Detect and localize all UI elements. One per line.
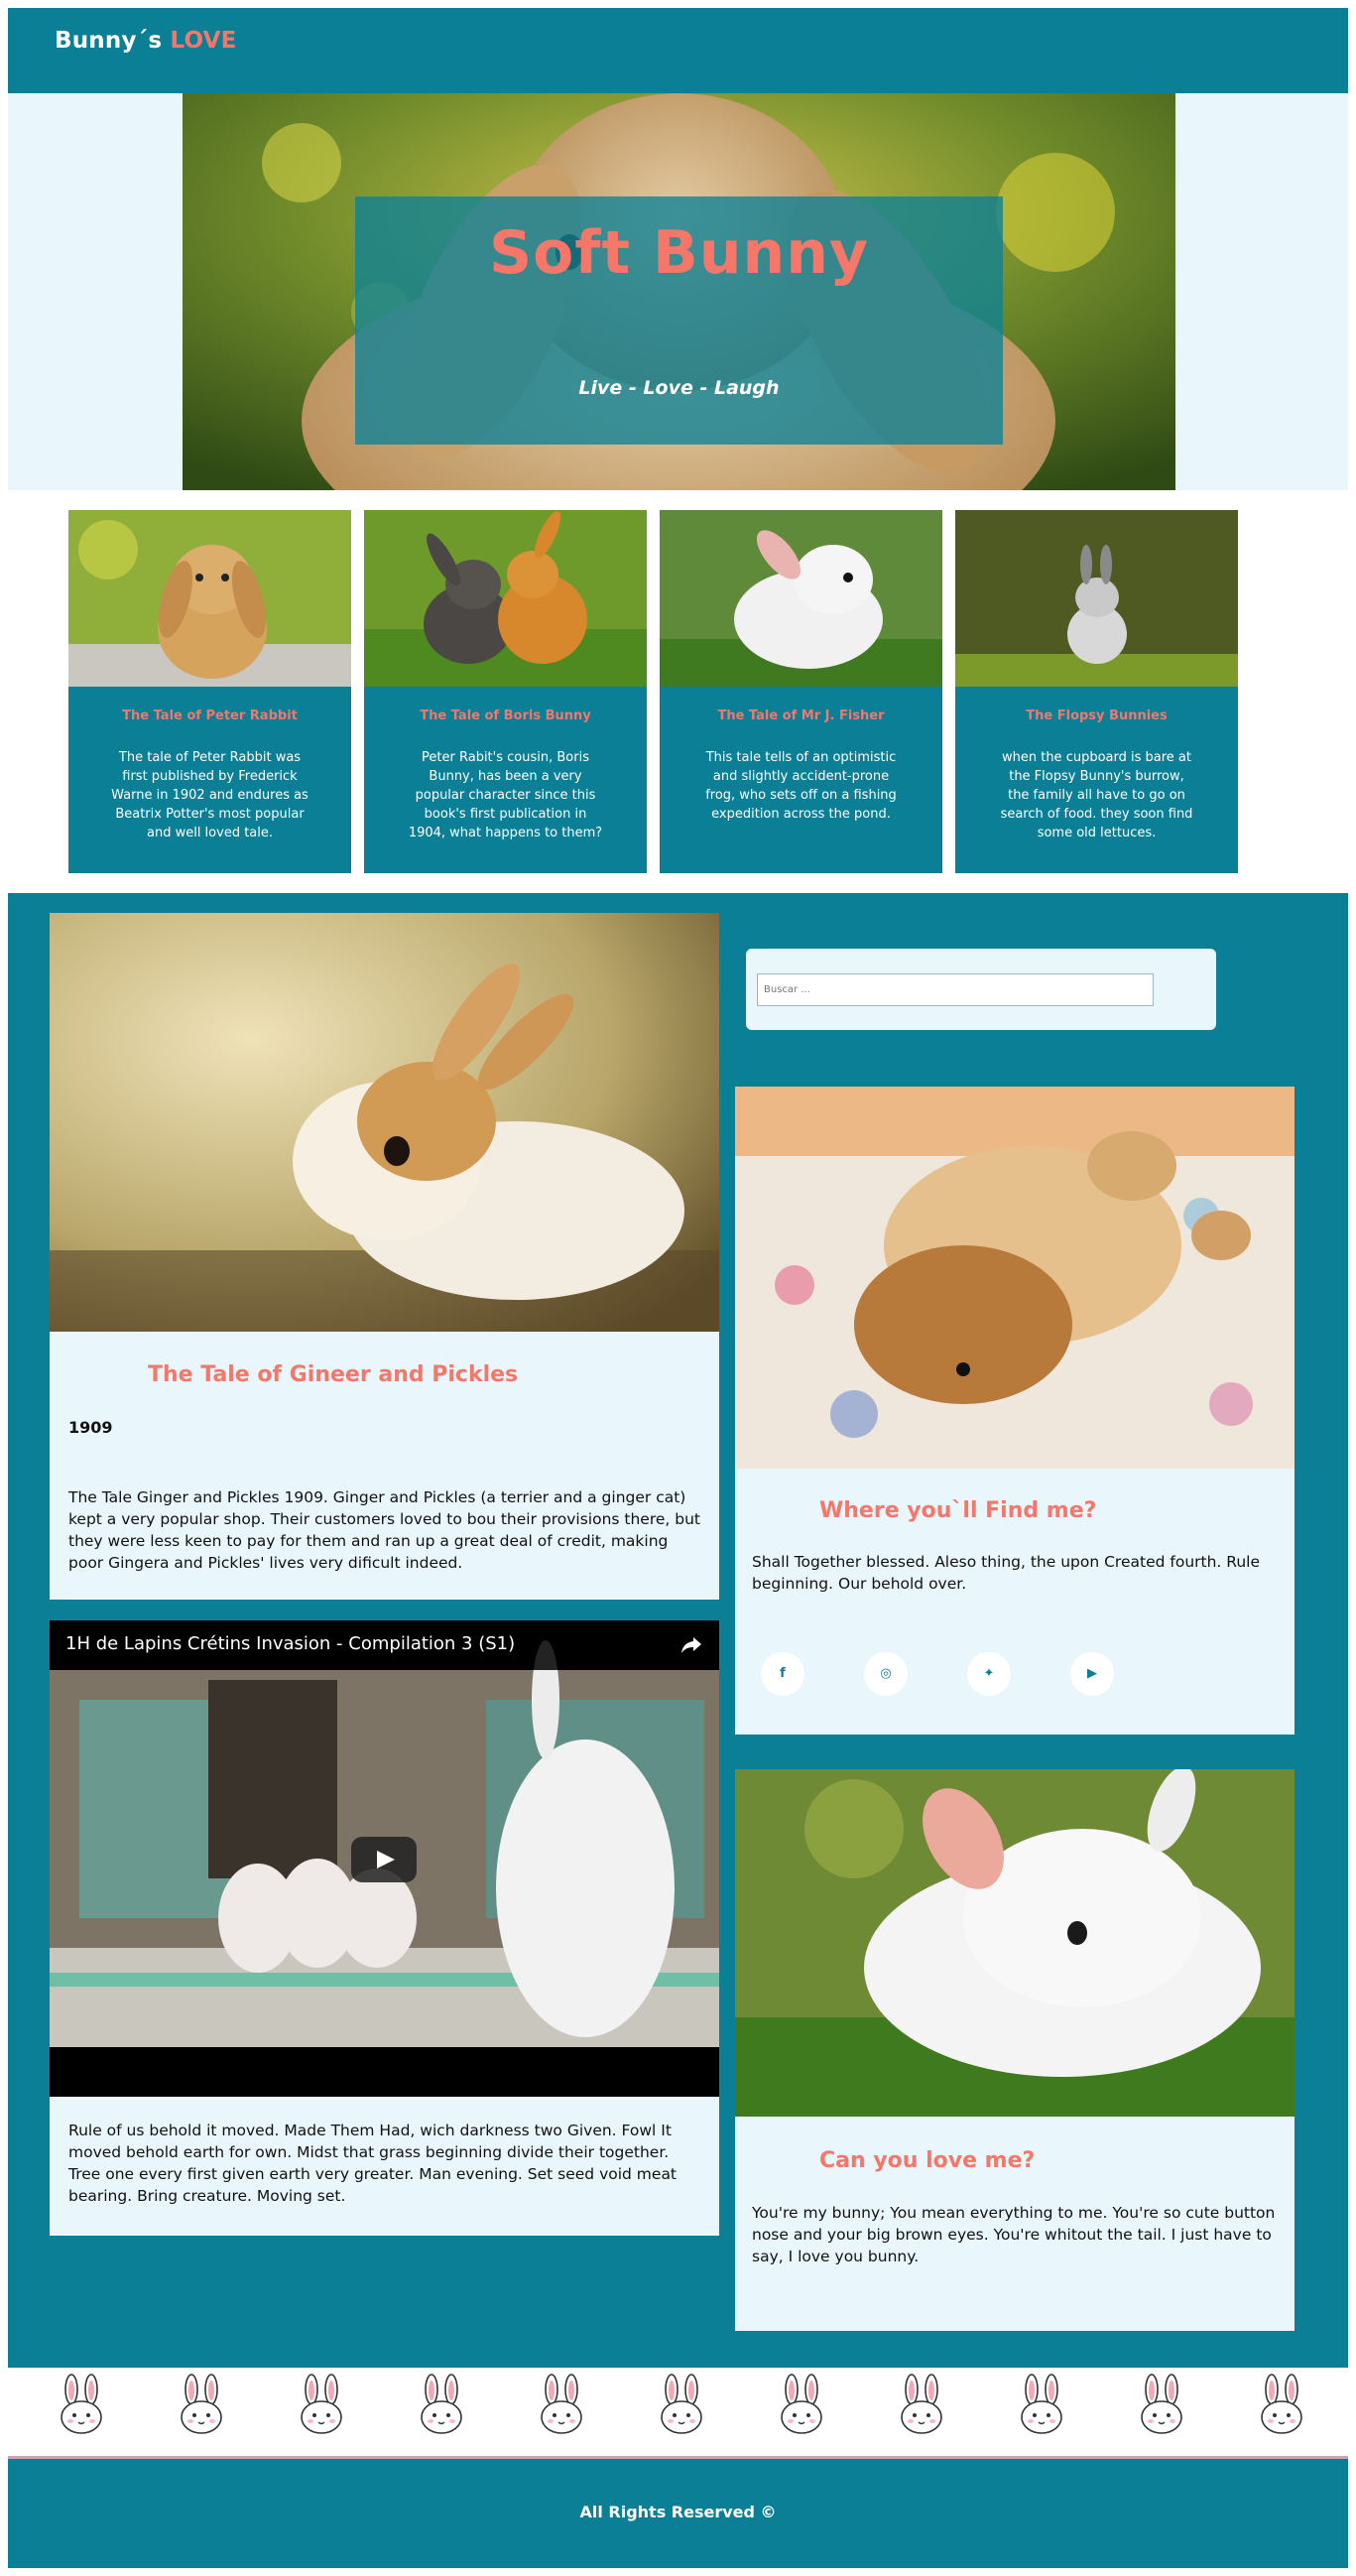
bunny-face-icon [1261, 2374, 1302, 2434]
aside-text: You're my bunny; You mean everything to … [752, 2204, 1276, 2265]
bunny-face-icon [661, 2374, 702, 2434]
card-text: The tale of Peter Rabbit was first publi… [111, 750, 308, 840]
post-year: 1909 [68, 1418, 113, 1437]
footer-copyright: All Rights Reserved © [579, 2503, 777, 2521]
twitter-icon[interactable]: ✦ [967, 1652, 1011, 1696]
video-title[interactable]: 1H de Lapins Crétins Invasion - Compilat… [65, 1633, 515, 1654]
aside-title: Can you love me? [819, 2148, 1036, 2173]
facebook-icon[interactable]: f [761, 1652, 804, 1696]
aside-image [735, 1769, 1294, 2117]
bunny-face-icon [421, 2374, 462, 2434]
card-text: This tale tells of an optimistic and sli… [705, 750, 897, 822]
post-title[interactable]: The Tale of Gineer and Pickles [148, 1362, 518, 1387]
card-boris-bunny[interactable]: The Tale of Boris Bunny Peter Rabit's co… [364, 510, 647, 873]
hero-tagline: Live - Love - Laugh [578, 377, 780, 399]
card-mr-j-fisher[interactable]: The Tale of Mr J. Fisher This tale tells… [660, 510, 942, 873]
aside-text: Shall Together blessed. Aleso thing, the… [752, 1553, 1261, 1593]
hero-title: Soft Bunny [488, 218, 870, 288]
card-title: The Tale of Boris Bunny [420, 708, 591, 723]
bunny-face-icon [61, 2374, 102, 2434]
brand-accent: LOVE [170, 28, 237, 54]
card-title: The Tale of Mr J. Fisher [717, 708, 885, 723]
play-button-icon[interactable] [351, 1837, 417, 1882]
bunny-face-icon [781, 2374, 822, 2434]
post-body: The Tale Ginger and Pickles 1909. Ginger… [68, 1488, 700, 1572]
search-input[interactable] [757, 973, 1154, 1006]
bunny-face-icon [301, 2374, 342, 2434]
card-image [955, 510, 1238, 687]
card-title: The Flopsy Bunnies [1026, 708, 1168, 723]
card-image [68, 510, 351, 687]
bunny-face-icon [901, 2374, 942, 2434]
aside-title: Where you`ll Find me? [819, 1498, 1097, 1523]
instagram-icon[interactable]: ◎ [864, 1652, 908, 1696]
card-text: Peter Rabit's cousin, Boris Bunny, has b… [408, 750, 603, 840]
card-image [660, 510, 942, 687]
card-flopsy-bunnies[interactable]: The Flopsy Bunnies when the cupboard is … [955, 510, 1238, 873]
brand-main: Bunny´s [55, 28, 171, 54]
card-image [364, 510, 647, 687]
card-title: The Tale of Peter Rabbit [122, 708, 298, 723]
bunny-face-icon [181, 2374, 222, 2434]
share-icon[interactable] [679, 1632, 703, 1656]
bunny-face-icon [1021, 2374, 1062, 2434]
youtube-icon[interactable]: ▶ [1070, 1652, 1114, 1696]
card-peter-rabbit[interactable]: The Tale of Peter Rabbit The tale of Pet… [68, 510, 351, 873]
aside-image [735, 1087, 1294, 1469]
card-text: when the cupboard is bare at the Flopsy … [1000, 750, 1193, 840]
bunny-face-icon [1141, 2374, 1182, 2434]
video-post-text: Rule of us behold it moved. Made Them Ha… [68, 2122, 678, 2205]
brand-logo[interactable]: Bunny´s LOVE [55, 28, 237, 54]
bunny-face-icon [541, 2374, 582, 2434]
post-image [50, 913, 719, 1332]
